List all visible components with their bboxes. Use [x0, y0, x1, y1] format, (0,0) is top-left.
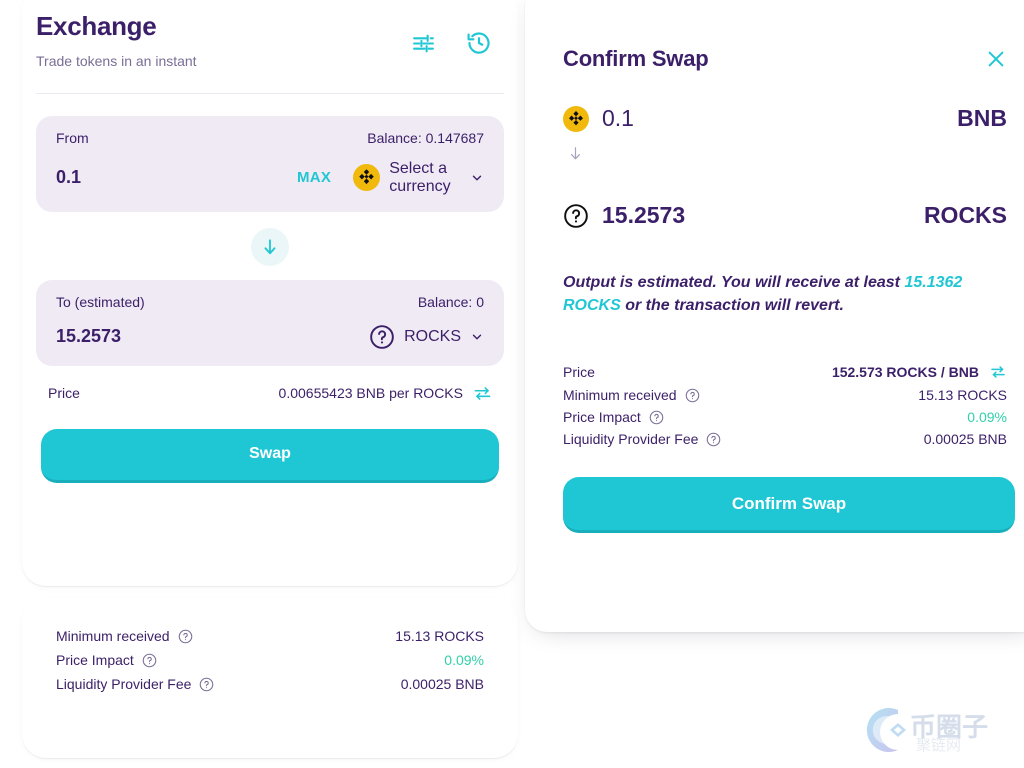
swap-summary-card: Minimum received 15.13 ROCKS Price Impac…: [22, 598, 518, 758]
from-amount-input[interactable]: [56, 167, 297, 188]
help-icon[interactable]: [706, 432, 721, 447]
modal-to-amount: 15.2573: [602, 202, 685, 229]
unknown-token-icon: [369, 324, 395, 350]
detail-label: Minimum received: [563, 387, 677, 403]
detail-label: Price Impact: [563, 409, 641, 425]
watermark: 币圈子 聚链网: [854, 700, 1010, 760]
from-currency-select[interactable]: Select a currency: [353, 160, 484, 196]
history-icon[interactable]: [466, 30, 492, 56]
modal-to-symbol: ROCKS: [924, 202, 1007, 229]
modal-detail-row: Minimum received 15.13 ROCKS: [563, 387, 1007, 403]
exchange-header-actions: [411, 30, 492, 56]
exchange-body: From Balance: 0.147687 MAX: [22, 94, 518, 483]
swap-horizontal-icon[interactable]: [989, 363, 1007, 381]
chevron-down-icon: [470, 171, 484, 185]
watermark-text: 币圈子: [910, 713, 988, 743]
modal-detail-row: Liquidity Provider Fee 0.00025 BNB: [563, 431, 1007, 447]
to-amount-input[interactable]: [56, 326, 369, 347]
to-label: To (estimated): [56, 294, 145, 310]
switch-tokens-wrap: [36, 228, 504, 266]
exchange-panel: Exchange Trade tokens in an instant: [22, 0, 518, 586]
help-icon[interactable]: [142, 653, 157, 668]
confirm-swap-button[interactable]: Confirm Swap: [563, 477, 1015, 533]
detail-value-wrap: 152.573 ROCKS / BNB: [832, 363, 1007, 381]
switch-tokens-button[interactable]: [251, 228, 289, 266]
swap-button[interactable]: Swap: [41, 429, 499, 483]
unknown-token-icon: [563, 203, 589, 229]
from-token-box: From Balance: 0.147687 MAX: [36, 116, 504, 212]
detail-label: Price: [563, 364, 595, 380]
bnb-token-icon: [563, 106, 589, 132]
modal-from-row: 0.1 BNB: [563, 105, 1007, 132]
to-balance: Balance: 0: [418, 294, 484, 310]
app-root: Exchange Trade tokens in an instant: [0, 0, 1024, 768]
from-currency-label: Select a currency: [389, 160, 461, 196]
price-value: 0.00655423 BNB per ROCKS: [279, 385, 463, 401]
price-row: Price 0.00655423 BNB per ROCKS: [36, 366, 504, 403]
modal-to-row: 15.2573 ROCKS: [563, 202, 1007, 229]
summary-label: Minimum received: [56, 628, 170, 644]
help-icon[interactable]: [685, 388, 700, 403]
modal-detail-row: Price 152.573 ROCKS / BNB: [563, 363, 1007, 381]
help-icon[interactable]: [178, 629, 193, 644]
close-icon[interactable]: [985, 48, 1007, 70]
swap-horizontal-icon[interactable]: [473, 384, 492, 403]
chevron-down-icon: [470, 330, 484, 344]
detail-value: 152.573 ROCKS / BNB: [832, 364, 979, 380]
from-label: From: [56, 130, 89, 146]
modal-detail-row: Price Impact 0.09%: [563, 409, 1007, 425]
note-suffix: or the transaction will revert.: [621, 297, 844, 314]
detail-label: Liquidity Provider Fee: [563, 431, 698, 447]
summary-value: 0.09%: [444, 652, 484, 668]
detail-value: 0.00025 BNB: [924, 431, 1007, 447]
modal-header: Confirm Swap: [563, 0, 1007, 72]
to-token-box: To (estimated) Balance: 0 ROCKS: [36, 280, 504, 366]
summary-row: Liquidity Provider Fee 0.00025 BNB: [56, 676, 484, 692]
arrow-down-icon: [260, 237, 280, 257]
max-button[interactable]: MAX: [297, 169, 331, 186]
summary-row: Minimum received 15.13 ROCKS: [56, 628, 484, 644]
to-currency-label: ROCKS: [404, 328, 461, 346]
watermark-logo-icon: [867, 708, 906, 752]
confirm-swap-modal: Confirm Swap: [525, 0, 1024, 632]
modal-from-symbol: BNB: [957, 105, 1007, 132]
svg-text:聚链网: 聚链网: [916, 736, 961, 754]
modal-details: Price 152.573 ROCKS / BNB Minimum receiv…: [563, 363, 1007, 447]
help-icon[interactable]: [649, 410, 664, 425]
note-prefix: Output is estimated. You will receive at…: [563, 274, 904, 291]
sliders-icon[interactable]: [411, 31, 436, 56]
to-currency-select[interactable]: ROCKS: [369, 324, 484, 350]
from-balance: Balance: 0.147687: [367, 130, 484, 146]
summary-value: 0.00025 BNB: [401, 676, 484, 692]
modal-title: Confirm Swap: [563, 46, 709, 72]
help-icon[interactable]: [199, 677, 214, 692]
detail-value: 0.09%: [967, 409, 1007, 425]
estimate-note: Output is estimated. You will receive at…: [563, 271, 1007, 317]
bnb-token-icon: [353, 164, 380, 191]
price-label: Price: [48, 385, 80, 401]
summary-row: Price Impact 0.09%: [56, 652, 484, 668]
modal-from-amount: 0.1: [602, 105, 634, 132]
summary-value: 15.13 ROCKS: [395, 628, 484, 644]
summary-label: Liquidity Provider Fee: [56, 676, 191, 692]
summary-label: Price Impact: [56, 652, 134, 668]
detail-value: 15.13 ROCKS: [918, 387, 1007, 403]
arrow-down-icon: [567, 143, 1007, 169]
